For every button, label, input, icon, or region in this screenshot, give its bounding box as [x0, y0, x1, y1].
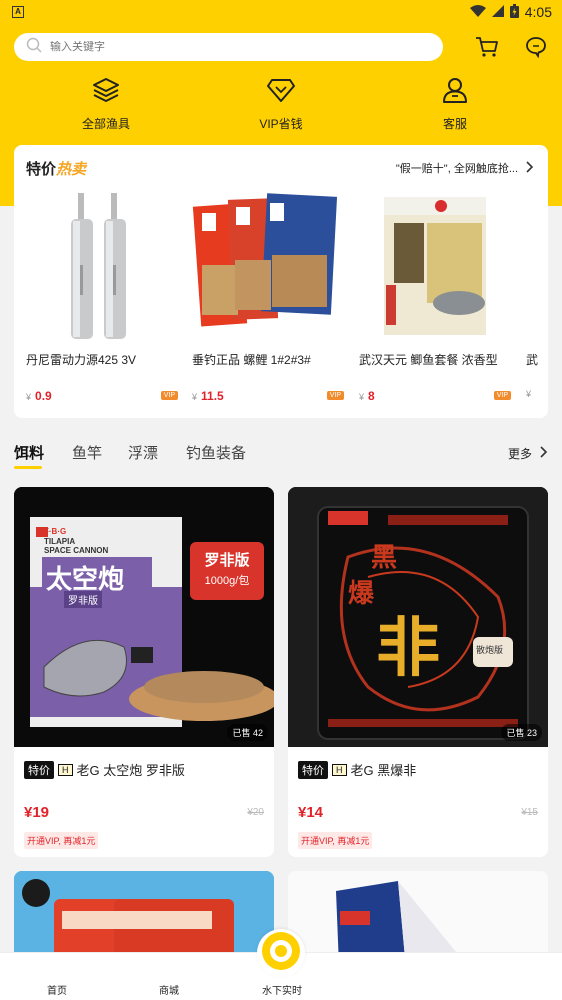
tab-rod[interactable]: 鱼竿	[72, 442, 102, 463]
vip-tag: VIP	[493, 391, 511, 400]
quick-nav-label: 客服	[442, 117, 467, 131]
promo-item-price: ¥	[526, 389, 532, 399]
promo-item-name: 武汉天元 鲫鱼套餐 浓香型	[359, 353, 498, 367]
cart-icon[interactable]	[474, 34, 500, 60]
app-notification-icon: A	[12, 6, 24, 18]
special-price-tag: 特价	[24, 760, 54, 779]
special-price-tag: 特价	[298, 760, 328, 779]
promo-item[interactable]: 武 ¥	[526, 185, 548, 410]
wifi-icon	[469, 4, 486, 20]
promo-item[interactable]: 丹尼雷动力源425 3V ¥0.9 VIP	[26, 185, 186, 410]
quick-nav-all-gear[interactable]: 全部渔具	[61, 76, 151, 132]
battery-icon	[509, 3, 519, 21]
vip-discount-note: 开通VIP, 再减1元	[298, 832, 373, 849]
search-bar[interactable]	[14, 33, 443, 61]
product-name: 老G 太空炮 罗非版	[76, 763, 185, 778]
active-tab-indicator	[14, 466, 42, 469]
nav-home[interactable]: 首页	[47, 982, 67, 997]
product-title: 特价 H 老G 黑爆非	[298, 760, 416, 779]
chevron-right-icon	[540, 446, 548, 461]
clock: 4:05	[524, 4, 552, 20]
person-icon	[441, 76, 469, 109]
promo-item-name: 垂钓正品 螺鲤 1#2#3#	[192, 353, 311, 367]
package-subtitle: 散炮版	[476, 645, 504, 655]
camera-lens-icon	[261, 931, 301, 976]
chevron-right-icon	[526, 160, 534, 176]
quick-nav-service[interactable]: 客服	[410, 76, 500, 132]
product-image-bait-bags	[192, 185, 342, 345]
chat-icon[interactable]	[523, 34, 549, 60]
vip-tag: VIP	[326, 391, 344, 400]
quick-nav-label: VIP省钱	[259, 117, 303, 131]
promo-title-main: 特价	[26, 161, 57, 178]
nav-mall[interactable]: 商城	[159, 982, 179, 997]
h-tag: H	[332, 763, 347, 776]
promo-item-name: 武	[526, 353, 539, 367]
underwater-live-button[interactable]	[257, 929, 305, 977]
promo-item-price: ¥0.9	[26, 389, 52, 403]
nav-underwater-live[interactable]: 水下实时	[262, 982, 302, 997]
product-image-crucian-combo	[359, 185, 509, 345]
package-en-text: TILAPIA SPACE CANNON	[44, 537, 109, 555]
category-tabs: 饵料 鱼竿 浮漂 钓鱼装备 更多	[14, 440, 548, 470]
promo-item[interactable]: 武汉天元 鲫鱼套餐 浓香型 ¥8 VIP	[359, 185, 519, 410]
package-char-1: 黑	[371, 542, 398, 572]
tab-bait[interactable]: 饵料	[14, 442, 44, 463]
product-title: 特价 H 老G 太空炮 罗非版	[24, 760, 185, 779]
package-subtitle: 罗非版	[64, 591, 102, 608]
diamond-icon	[267, 76, 295, 109]
package-char-2: 爆	[348, 578, 375, 608]
package-char-3: 非	[376, 612, 440, 684]
promo-item[interactable]: 垂钓正品 螺鲤 1#2#3# ¥11.5 VIP	[192, 185, 352, 410]
product-price: ¥19	[24, 804, 50, 821]
quick-nav-vip[interactable]: VIP省钱	[236, 76, 326, 132]
tab-equipment[interactable]: 钓鱼装备	[186, 442, 246, 463]
signal-icon	[491, 4, 504, 20]
sold-count-badge: 已售 42	[227, 724, 268, 741]
package-brand: F·B·G	[44, 527, 67, 536]
search-input[interactable]	[50, 41, 350, 53]
tab-float[interactable]: 浮漂	[128, 442, 158, 463]
product-original-price: ¥20	[247, 807, 264, 818]
product-original-price: ¥15	[521, 807, 538, 818]
search-icon	[26, 37, 42, 58]
promo-card: 特价热卖 "假一赔十", 全网触底抢... 丹尼雷动力源425 3V ¥0.9 …	[14, 145, 548, 418]
promo-item-name: 丹尼雷动力源425 3V	[26, 353, 137, 367]
more-label: 更多	[507, 447, 532, 461]
status-bar: A 4:05	[0, 0, 562, 24]
sold-count-badge: 已售 23	[501, 724, 542, 741]
product-price: ¥14	[298, 804, 324, 821]
package-badge-line1: 罗非版	[204, 552, 250, 569]
product-image-space-cannon: F·B·G TILAPIA SPACE CANNON 太空炮 罗非版 罗非版 10…	[14, 487, 274, 747]
promo-title: 特价热卖	[26, 158, 86, 179]
promo-item-price: ¥11.5	[192, 389, 224, 403]
vip-discount-note: 开通VIP, 再减1元	[24, 832, 99, 849]
product-image-black-bomb: 黑 爆 非 散炮版 已售 23	[288, 487, 548, 747]
promo-title-hot: 热卖	[56, 161, 87, 178]
vip-tag: VIP	[160, 391, 178, 400]
product-card[interactable]: 黑 爆 非 散炮版 已售 23 特价 H 老G 黑爆非 ¥14 ¥15 开通VI…	[288, 487, 548, 857]
product-card[interactable]: F·B·G TILAPIA SPACE CANNON 太空炮 罗非版 罗非版 10…	[14, 487, 274, 857]
promo-notice[interactable]: "假一赔十", 全网触底抢...	[396, 160, 534, 176]
package-badge-line2: 1000g/包	[204, 575, 250, 587]
promo-notice-text: "假一赔十", 全网触底抢...	[395, 163, 518, 175]
promo-item-price: ¥8	[359, 389, 375, 403]
product-name: 老G 黑爆非	[350, 763, 417, 778]
quick-nav-label: 全部渔具	[81, 117, 130, 131]
h-tag: H	[58, 763, 73, 776]
layers-icon	[92, 76, 120, 109]
more-button[interactable]: 更多	[508, 445, 548, 462]
product-image-battery	[26, 185, 176, 345]
